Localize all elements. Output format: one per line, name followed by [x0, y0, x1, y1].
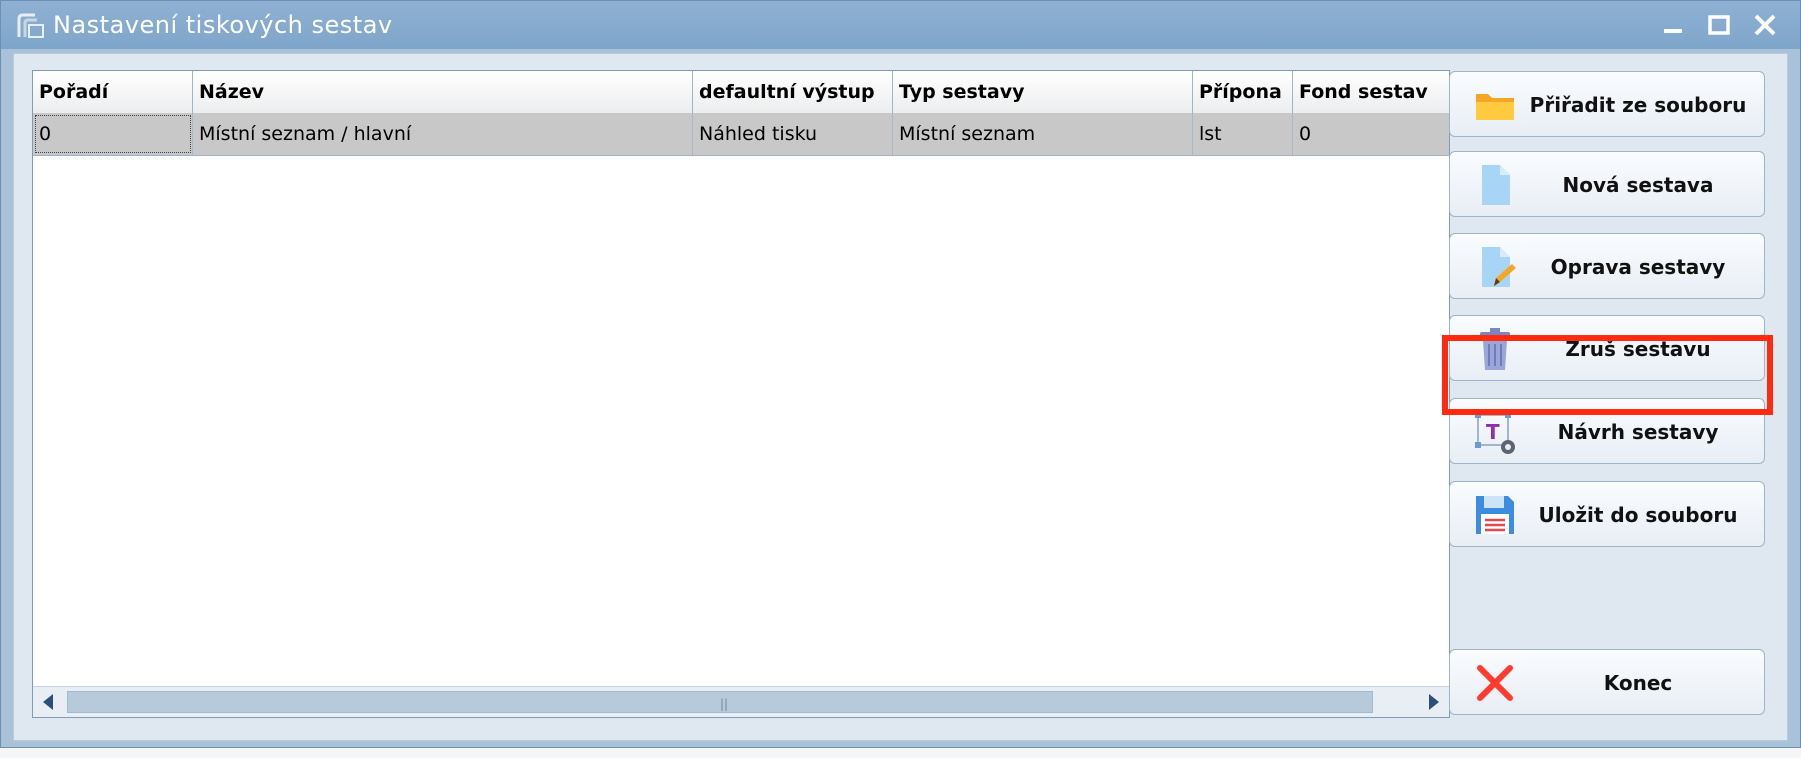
close-icon	[1754, 14, 1776, 36]
document-edit-icon	[1482, 247, 1516, 287]
delete-report-label: Zruš sestavu	[1565, 337, 1711, 361]
column-header-order[interactable]: Pořadí	[33, 71, 193, 113]
new-report-label: Nová sestava	[1562, 173, 1714, 197]
arrow-left-icon	[43, 694, 53, 710]
maximize-button[interactable]	[1701, 9, 1737, 41]
assign-from-file-button[interactable]: Přiřadit ze souboru	[1449, 71, 1765, 137]
table-header: Pořadí Název defaultní výstup Typ sestav…	[33, 71, 1449, 114]
close-window-button[interactable]	[1747, 9, 1783, 41]
column-header-extension[interactable]: Přípona	[1193, 71, 1293, 113]
close-x-icon	[1477, 665, 1513, 701]
design-report-label: Návrh sestavy	[1557, 420, 1719, 444]
cell-report-type[interactable]: Místní seznam	[893, 113, 1193, 155]
folder-icon	[1476, 94, 1514, 120]
horizontal-scrollbar[interactable]: ||	[33, 686, 1449, 717]
close-dialog-button[interactable]: Konec	[1449, 649, 1765, 715]
design-report-button[interactable]: T Návrh sestavy	[1449, 398, 1765, 464]
edit-report-button[interactable]: Oprava sestavy	[1449, 233, 1765, 299]
window-title: Nastavení tiskových sestav	[53, 11, 393, 39]
svg-text:T: T	[1486, 420, 1500, 444]
close-dialog-label: Konec	[1603, 671, 1673, 695]
cell-order[interactable]: 0	[33, 113, 193, 155]
new-report-button[interactable]: Nová sestava	[1449, 151, 1765, 217]
floppy-disk-icon	[1476, 496, 1514, 534]
report-table[interactable]: Pořadí Název defaultní výstup Typ sestav…	[32, 70, 1450, 718]
column-header-name[interactable]: Název	[193, 71, 693, 113]
edit-report-label: Oprava sestavy	[1550, 255, 1726, 279]
delete-report-button[interactable]: Zruš sestavu	[1449, 315, 1765, 381]
arrow-right-icon	[1429, 694, 1439, 710]
column-header-report-type[interactable]: Typ sestavy	[893, 71, 1193, 113]
design-text-gear-icon: T	[1475, 412, 1515, 454]
minimize-button[interactable]	[1655, 9, 1691, 41]
assign-from-file-label: Přiřadit ze souboru	[1529, 93, 1747, 117]
cell-default-output[interactable]: Náhled tisku	[693, 113, 893, 155]
scrollbar-thumb[interactable]: ||	[67, 691, 1373, 713]
app-icon	[17, 13, 44, 38]
scroll-left-button[interactable]	[33, 687, 63, 717]
column-header-default-output[interactable]: defaultní výstup	[693, 71, 893, 113]
column-header-report-fund[interactable]: Fond sestav	[1293, 71, 1449, 113]
scroll-right-button[interactable]	[1419, 687, 1449, 717]
save-to-file-button[interactable]: Uložit do souboru	[1449, 481, 1765, 547]
cell-name[interactable]: Místní seznam / hlavní	[193, 113, 693, 155]
dialog-window: Nastavení tiskových sestav Pořadí Název …	[0, 0, 1801, 748]
grip-icon: ||	[720, 697, 729, 711]
cell-report-fund[interactable]: 0	[1293, 113, 1449, 155]
minimize-icon	[1664, 29, 1682, 33]
document-icon	[1482, 165, 1510, 205]
trash-icon	[1480, 328, 1510, 370]
title-bar[interactable]: Nastavení tiskových sestav	[1, 1, 1800, 49]
table-row[interactable]: 0 Místní seznam / hlavní Náhled tisku Mí…	[33, 113, 1449, 156]
cell-extension[interactable]: lst	[1193, 113, 1293, 155]
save-to-file-label: Uložit do souboru	[1538, 503, 1738, 527]
background-window-strip	[0, 748, 1801, 758]
maximize-icon	[1708, 15, 1730, 35]
